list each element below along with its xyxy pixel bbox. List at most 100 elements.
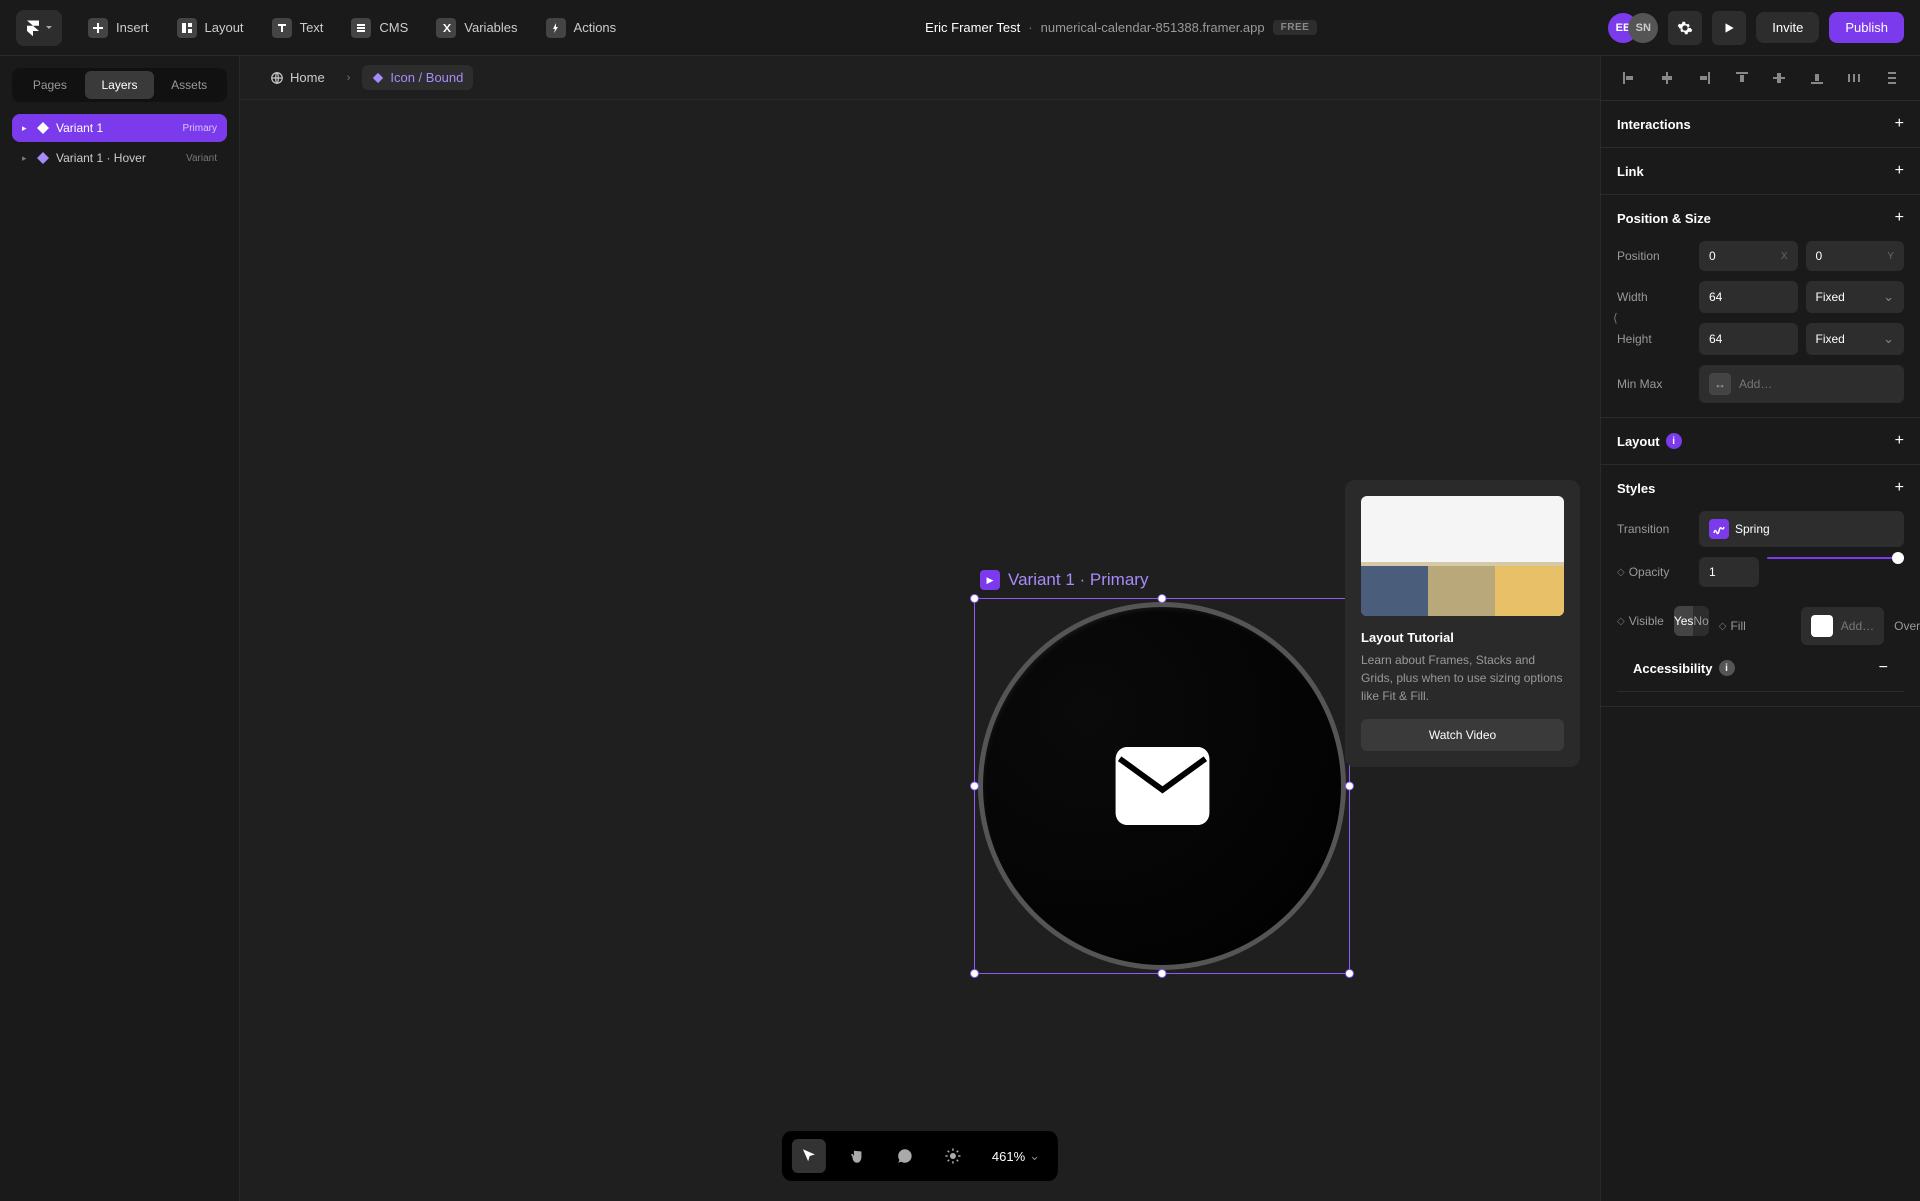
layout-menu[interactable]: Layout	[167, 12, 254, 44]
minmax-input[interactable]: ↔ Add…	[1699, 365, 1904, 403]
text-label: Text	[300, 20, 324, 35]
align-center-h[interactable]	[1655, 66, 1679, 90]
select-tool[interactable]	[792, 1139, 826, 1173]
preview-button[interactable]	[1712, 11, 1746, 45]
project-title[interactable]: Eric Framer Test · numerical-calendar-85…	[634, 20, 1608, 35]
breadcrumb-component[interactable]: Icon / Bound	[362, 65, 473, 90]
layer-badge: Primary	[183, 123, 217, 134]
canvas-area[interactable]: Home › Icon / Bound ▶ Variant 1 · Primar…	[240, 56, 1600, 1201]
layer-badge: Variant	[186, 153, 217, 164]
width-input[interactable]: 64	[1699, 281, 1798, 313]
resize-handle-tl[interactable]	[970, 594, 979, 603]
overflow-label: Overflow	[1894, 619, 1920, 633]
text-menu[interactable]: Text	[262, 12, 334, 44]
publish-button[interactable]: Publish	[1829, 12, 1904, 43]
comment-tool[interactable]	[888, 1139, 922, 1173]
avatar-user-2[interactable]: SN	[1628, 13, 1658, 43]
component-icon	[372, 72, 384, 84]
position-label: Position	[1617, 249, 1689, 263]
selection-label-text: Variant 1 · Primary	[1008, 570, 1148, 590]
width-mode-dropdown[interactable]: Fixed	[1806, 281, 1905, 313]
variables-label: Variables	[464, 20, 517, 35]
tutorial-thumbnail	[1361, 496, 1564, 616]
opacity-slider[interactable]	[1767, 557, 1904, 559]
lock-icon[interactable]: ⟨	[1613, 311, 1618, 325]
add-layout-button[interactable]: +	[1895, 432, 1904, 450]
distribute-h[interactable]	[1842, 66, 1866, 90]
variables-menu[interactable]: Variables	[426, 12, 527, 44]
visible-no[interactable]: No	[1693, 606, 1708, 636]
layer-variant-1-hover[interactable]: ▸ Variant 1 · Hover Variant	[12, 144, 227, 172]
zoom-value: 461%	[992, 1149, 1025, 1164]
opacity-label: Opacity	[1629, 565, 1670, 579]
chevron-right-icon: ▸	[22, 153, 30, 164]
align-bottom[interactable]	[1805, 66, 1829, 90]
spring-icon	[1709, 519, 1729, 539]
cms-menu[interactable]: CMS	[341, 12, 418, 44]
distribute-v[interactable]	[1880, 66, 1904, 90]
project-url: numerical-calendar-851388.framer.app	[1041, 20, 1265, 35]
layout-icon	[177, 18, 197, 38]
invite-button[interactable]: Invite	[1756, 12, 1819, 43]
left-panel: Pages Layers Assets ▸ Variant 1 Primary …	[0, 56, 240, 1201]
visible-yes[interactable]: Yes	[1674, 606, 1694, 636]
minmax-icon: ↔	[1709, 373, 1731, 395]
tab-pages[interactable]: Pages	[15, 71, 85, 99]
chevron-right-icon: ›	[347, 72, 351, 84]
tab-assets[interactable]: Assets	[154, 71, 224, 99]
align-top[interactable]	[1730, 66, 1754, 90]
add-link-button[interactable]: +	[1895, 162, 1904, 180]
selection-box[interactable]	[974, 598, 1350, 974]
main-menu-button[interactable]	[16, 10, 62, 46]
cms-icon	[351, 18, 371, 38]
resize-handle-br[interactable]	[1345, 969, 1354, 978]
info-icon[interactable]: i	[1719, 660, 1735, 676]
resize-handle-mr[interactable]	[1345, 782, 1354, 791]
settings-button[interactable]	[1668, 11, 1702, 45]
layout-label: Layout	[205, 20, 244, 35]
position-y-input[interactable]: 0Y	[1806, 241, 1905, 271]
watch-video-button[interactable]: Watch Video	[1361, 719, 1564, 751]
add-position-button[interactable]: +	[1895, 209, 1904, 227]
insert-menu[interactable]: Insert	[78, 12, 159, 44]
zoom-control[interactable]: 461% ⌄	[984, 1148, 1048, 1164]
layer-name: Variant 1 · Hover	[56, 151, 180, 165]
align-right[interactable]	[1692, 66, 1716, 90]
resize-handle-tm[interactable]	[1158, 594, 1167, 603]
actions-label: Actions	[574, 20, 617, 35]
opacity-input[interactable]: 1	[1699, 557, 1759, 587]
transition-input[interactable]: Spring	[1699, 511, 1904, 547]
actions-menu[interactable]: Actions	[536, 12, 627, 44]
resize-handle-ml[interactable]	[970, 782, 979, 791]
layer-variant-1[interactable]: ▸ Variant 1 Primary	[12, 114, 227, 142]
minmax-label: Min Max	[1617, 377, 1689, 391]
add-style-button[interactable]: +	[1895, 479, 1904, 497]
align-left[interactable]	[1617, 66, 1641, 90]
height-input[interactable]: 64	[1699, 323, 1798, 355]
play-badge-icon: ▶	[980, 570, 1000, 590]
component-icon	[36, 151, 50, 165]
selection-label[interactable]: ▶ Variant 1 · Primary	[980, 570, 1148, 590]
tutorial-body: Learn about Frames, Stacks and Grids, pl…	[1361, 651, 1564, 705]
collapse-accessibility-button[interactable]: −	[1879, 659, 1888, 677]
keyframe-icon[interactable]: ◇	[1617, 616, 1625, 627]
section-styles-title: Styles	[1617, 481, 1655, 496]
height-label: Height	[1617, 332, 1689, 346]
keyframe-icon[interactable]: ◇	[1719, 621, 1727, 632]
fill-swatch	[1811, 615, 1833, 637]
component-icon	[36, 121, 50, 135]
height-mode-dropdown[interactable]: Fixed	[1806, 323, 1905, 355]
theme-tool[interactable]	[936, 1139, 970, 1173]
position-x-input[interactable]: 0X	[1699, 241, 1798, 271]
tutorial-title: Layout Tutorial	[1361, 630, 1564, 645]
breadcrumb-home[interactable]: Home	[260, 65, 335, 90]
align-center-v[interactable]	[1767, 66, 1791, 90]
info-icon[interactable]: i	[1666, 433, 1682, 449]
keyframe-icon[interactable]: ◇	[1617, 567, 1625, 578]
add-interaction-button[interactable]: +	[1895, 115, 1904, 133]
resize-handle-bm[interactable]	[1158, 969, 1167, 978]
resize-handle-bl[interactable]	[970, 969, 979, 978]
tab-layers[interactable]: Layers	[85, 71, 155, 99]
fill-input[interactable]: Add…	[1801, 607, 1884, 645]
hand-tool[interactable]	[840, 1139, 874, 1173]
